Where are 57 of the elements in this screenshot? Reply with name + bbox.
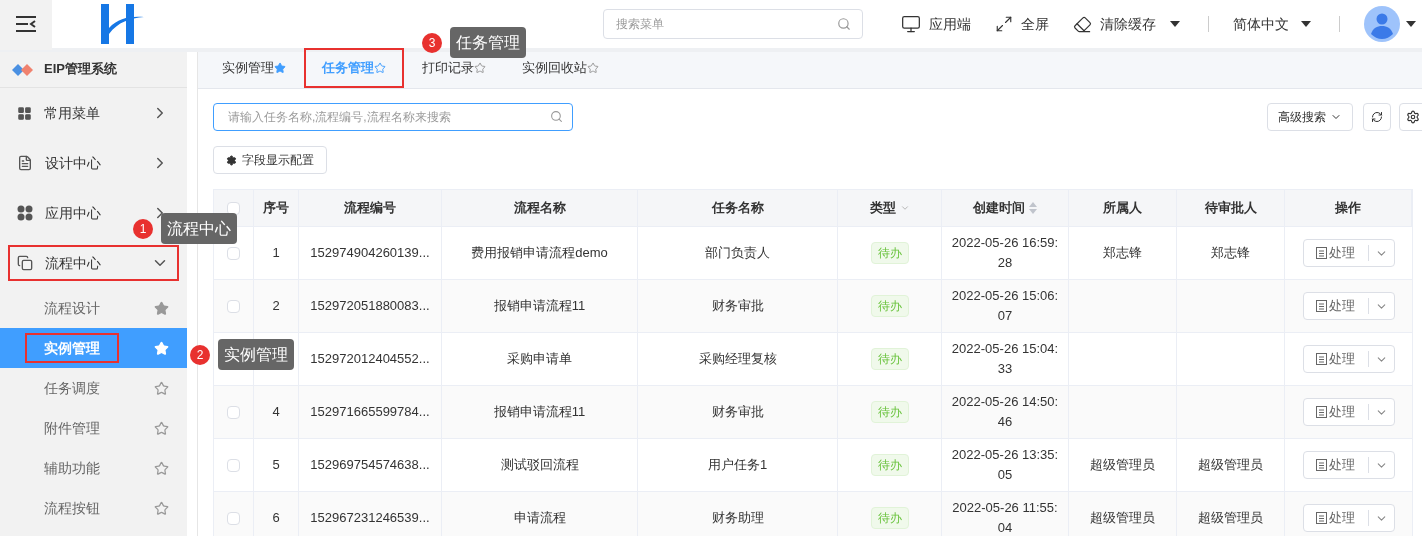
table-cell-text: 2022-05-26 15:06:07 bbox=[950, 287, 1060, 325]
status-tag: 待办 bbox=[870, 454, 909, 476]
submenu-label: 辅助功能 bbox=[43, 459, 101, 478]
status-tag: 待办 bbox=[870, 242, 909, 264]
table-cell-text: 郑志锋 bbox=[1211, 243, 1250, 262]
table-cell-text: 采购申请单 bbox=[507, 349, 572, 368]
table-cell-text: 费用报销申请流程demo bbox=[471, 243, 608, 262]
table-cell-text: 2022-05-26 14:50:46 bbox=[950, 393, 1060, 431]
table-cell-text: 5 bbox=[272, 455, 280, 474]
status-tag: 待办 bbox=[870, 507, 909, 529]
table-cell-text: 采购经理复核 bbox=[698, 349, 777, 368]
table-cell-text: 超级管理员 bbox=[1090, 455, 1155, 474]
table-cell-text: 超级管理员 bbox=[1090, 508, 1155, 527]
table-cell-text: 超级管理员 bbox=[1198, 455, 1263, 474]
callout-tooltip: 流程中心 bbox=[161, 213, 237, 244]
table-cell-text: 152972012404552... bbox=[310, 349, 430, 368]
submenu-label: 流程按钮 bbox=[43, 499, 101, 518]
table-cell-text: 152971665599784... bbox=[310, 402, 430, 421]
table-cell-text: 2022-05-26 13:35:05 bbox=[950, 446, 1060, 484]
table-cell-text: 2022-05-26 11:55:04 bbox=[951, 499, 1059, 536]
action-label: 清除缓存 bbox=[1100, 15, 1156, 34]
table-cell-text: 测试驳回流程 bbox=[500, 455, 579, 474]
table-cell-text: 报销申请流程11 bbox=[493, 402, 586, 421]
submenu-label: 实例管理 bbox=[25, 333, 119, 363]
submenu-label: 附件管理 bbox=[43, 419, 101, 438]
callout-tooltip: 任务管理 bbox=[450, 27, 526, 58]
system-title: EIP管理系统 bbox=[44, 60, 117, 79]
status-tag: 待办 bbox=[870, 401, 909, 423]
status-tag: 待办 bbox=[870, 295, 909, 317]
number-badge: 2 bbox=[190, 344, 210, 365]
table-cell-text: 郑志锋 bbox=[1103, 243, 1142, 262]
table-cell-text: 2 bbox=[272, 296, 280, 315]
table-cell-text: 申请流程 bbox=[513, 508, 566, 527]
table-cell-text: 152969754574638... bbox=[310, 455, 430, 474]
table-cell-text: 用户任务1 bbox=[707, 455, 768, 474]
table-cell-text: 152974904260139... bbox=[310, 243, 430, 262]
callout-tooltip: 实例管理 bbox=[218, 339, 294, 370]
table-cell-text: 2022-05-26 16:59:28 bbox=[950, 234, 1060, 272]
action-label: 应用端 bbox=[929, 15, 971, 34]
table-cell-text: 超级管理员 bbox=[1198, 508, 1263, 527]
table-cell-text: 报销申请流程11 bbox=[493, 296, 586, 315]
number-badge: 3 bbox=[422, 32, 442, 53]
table-cell-text: 2022-05-26 15:04:33 bbox=[950, 340, 1060, 378]
submenu-label: 任务调度 bbox=[43, 379, 101, 398]
language-label: 简体中文 bbox=[1233, 15, 1289, 34]
table-cell-text: 1 bbox=[272, 243, 280, 262]
table-cell-text: 6 bbox=[272, 508, 280, 527]
action-label: 全屏 bbox=[1021, 15, 1049, 34]
table-cell-text: 财务审批 bbox=[711, 296, 764, 315]
table-cell-text: 152967231246539... bbox=[310, 508, 430, 527]
table-cell-text: 财务助理 bbox=[711, 508, 764, 527]
table-cell-text: 财务审批 bbox=[711, 402, 764, 421]
table-cell-text: 4 bbox=[272, 402, 280, 421]
submenu-label: 流程设计 bbox=[43, 299, 101, 318]
table-cell-text: 部门负责人 bbox=[705, 243, 770, 262]
table-cell-text: 152972051880083... bbox=[310, 296, 430, 315]
status-tag: 待办 bbox=[870, 348, 909, 370]
